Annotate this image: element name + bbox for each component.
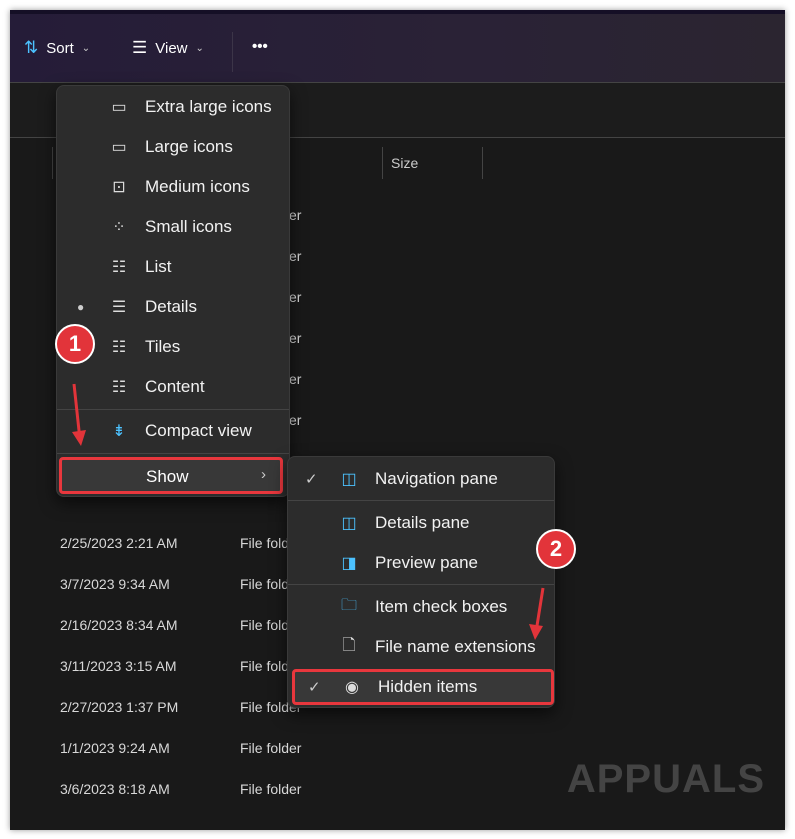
arrow-2-head	[529, 624, 543, 640]
annotation-arrows	[72, 383, 545, 640]
arrow-1-head	[72, 430, 86, 446]
